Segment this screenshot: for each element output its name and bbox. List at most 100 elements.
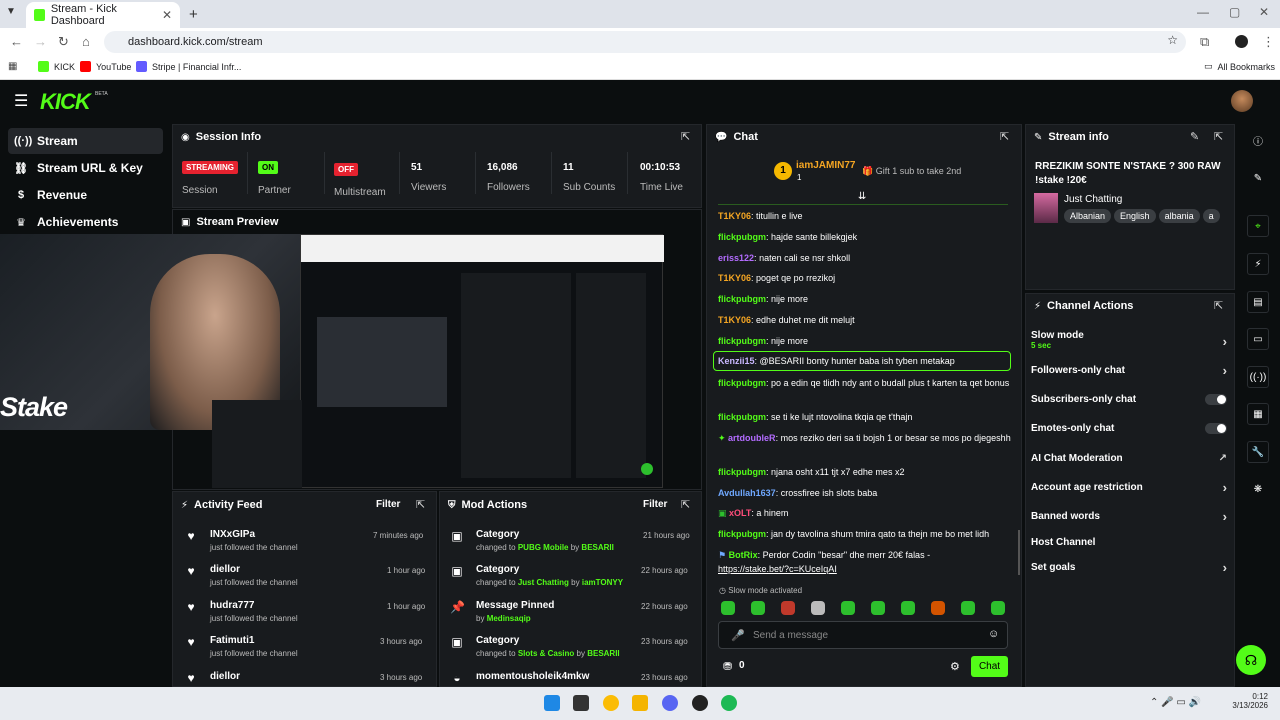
- layout-icon[interactable]: ▦: [1247, 403, 1269, 425]
- partner-income-status: ON Partner Income: [258, 159, 318, 197]
- clip-icon[interactable]: ⌖: [1247, 215, 1269, 237]
- popout-icon[interactable]: ⇱: [681, 498, 690, 511]
- chrome-icon[interactable]: [603, 695, 619, 711]
- close-window-icon[interactable]: ✕: [1259, 5, 1269, 19]
- integrations-icon[interactable]: ❋: [1247, 478, 1269, 500]
- hamburger-menu-icon[interactable]: ☰: [14, 91, 28, 111]
- sidebar-item-achievements[interactable]: ♛ Achievements: [8, 209, 163, 235]
- send-chat-button[interactable]: Chat: [971, 656, 1008, 677]
- time-live-value: 00:10:53: [640, 162, 681, 173]
- tag[interactable]: albania: [1158, 209, 1200, 223]
- account-age-row[interactable]: Account age restriction ›: [1031, 480, 1227, 495]
- bookmark-kick[interactable]: KICK: [38, 61, 75, 72]
- popout-icon[interactable]: ⇱: [1000, 130, 1009, 143]
- menu-icon[interactable]: ⋮: [1262, 34, 1275, 50]
- subscribers-only-toggle[interactable]: [1205, 394, 1227, 405]
- apps-icon[interactable]: ▦: [8, 61, 17, 72]
- points-value: 0: [739, 660, 745, 671]
- collapse-icon[interactable]: ⇊: [858, 191, 866, 202]
- chat-link[interactable]: https://stake.bet/?c=KUceIqAI: [718, 564, 837, 574]
- chat-message: ⚑ BotRix: Perdor Codin "besar" dhe merr …: [718, 550, 931, 574]
- set-goals-row[interactable]: Set goals ›: [1031, 560, 1227, 575]
- stake-overlay-text: Stake: [0, 392, 68, 422]
- spotify-icon[interactable]: [721, 695, 737, 711]
- kick-logo[interactable]: KICK: [40, 89, 91, 115]
- edit-icon[interactable]: ✎: [1247, 167, 1269, 189]
- sidebar-item-stream[interactable]: ((·)) Stream: [8, 128, 163, 154]
- home-icon[interactable]: ⌂: [82, 34, 90, 49]
- task-view-icon[interactable]: [573, 695, 589, 711]
- stream-title: RREZIKIM SONTE N'STAKE ? 300 RAW !stake …: [1035, 161, 1221, 186]
- support-headset-icon[interactable]: ☊: [1236, 645, 1266, 675]
- avatar[interactable]: [1231, 90, 1253, 112]
- broadcast-icon[interactable]: ((·)): [1247, 366, 1269, 388]
- all-bookmarks[interactable]: ▭ All Bookmarks: [1204, 61, 1275, 72]
- close-tab-icon[interactable]: ✕: [162, 8, 172, 22]
- banned-words-row[interactable]: Banned words ›: [1031, 509, 1227, 524]
- forward-icon[interactable]: →: [34, 34, 47, 49]
- activity-filter-button[interactable]: Filter: [376, 499, 400, 510]
- points-icon[interactable]: ⛃: [723, 660, 732, 673]
- sidebar-item-stream-url-key[interactable]: ⛓ Stream URL & Key: [8, 155, 163, 181]
- edit-icon[interactable]: ✎: [1190, 130, 1199, 143]
- back-icon[interactable]: ←: [10, 34, 23, 49]
- category-icon: ▣: [451, 529, 463, 543]
- popout-icon[interactable]: ⇱: [1214, 299, 1223, 312]
- address-bar-row: ← → ↻ ⌂ dashboard.kick.com/stream ☆ ⧉ ⋮: [0, 28, 1280, 56]
- chat-message: Avdullah1637: crossfiree ish slots baba: [718, 488, 878, 498]
- emotes-only-row[interactable]: Emotes-only chat: [1031, 423, 1227, 434]
- document-icon[interactable]: ▤: [1247, 291, 1269, 313]
- extensions-icon[interactable]: ⧉: [1200, 34, 1209, 50]
- tag[interactable]: English: [1114, 209, 1156, 223]
- maximize-icon[interactable]: ▢: [1229, 5, 1240, 19]
- chat-scrollbar[interactable]: [1018, 530, 1020, 575]
- tray-icons[interactable]: ⌃ 🎤 ▭ 🔊: [1150, 697, 1201, 708]
- tab-search-icon[interactable]: ▼: [6, 6, 16, 17]
- followers-only-row[interactable]: Followers-only chat ›: [1031, 363, 1227, 378]
- chat-settings-icon[interactable]: ⚙: [950, 660, 960, 673]
- subscribers-only-row[interactable]: Subscribers-only chat: [1031, 394, 1227, 405]
- windows-start-icon[interactable]: [544, 695, 560, 711]
- app-icon[interactable]: [692, 695, 708, 711]
- minimize-icon[interactable]: —: [1197, 5, 1209, 19]
- ai-moderation-row[interactable]: AI Chat Moderation ↗: [1031, 453, 1227, 464]
- emoji-icon[interactable]: ☺: [988, 628, 999, 640]
- emotes-only-toggle[interactable]: [1205, 423, 1227, 434]
- preview-video[interactable]: [300, 234, 664, 488]
- info-icon[interactable]: ⓘ: [1247, 129, 1269, 151]
- clock[interactable]: 0:12 3/13/2026: [1222, 692, 1268, 710]
- reload-icon[interactable]: ↻: [58, 34, 69, 50]
- tag[interactable]: a: [1202, 209, 1220, 223]
- preview-icon: ▣: [181, 216, 191, 228]
- gift-sub-prompt[interactable]: 🎁 Gift 1 sub to take 2nd: [862, 166, 961, 177]
- bookmark-star-icon[interactable]: ☆: [1167, 33, 1178, 47]
- chat-bubble-icon[interactable]: ▭: [1247, 328, 1269, 350]
- tag[interactable]: Albanian: [1064, 209, 1112, 223]
- browser-tab[interactable]: Stream - Kick Dashboard ✕: [26, 2, 180, 28]
- popout-icon[interactable]: ⇱: [416, 498, 425, 511]
- heart-icon: ♥: [187, 635, 195, 649]
- discord-icon[interactable]: [662, 695, 678, 711]
- new-tab-icon[interactable]: +: [189, 6, 198, 23]
- file-explorer-icon[interactable]: [632, 695, 648, 711]
- chat-message: flickpubgm: njana osht x11 tjt x7 edhe m…: [718, 467, 905, 477]
- browser-tab-bar: ▼ Stream - Kick Dashboard ✕ + — ▢ ✕: [0, 0, 1280, 28]
- category-thumbnail[interactable]: [1034, 193, 1058, 223]
- bolt-icon[interactable]: ⚡: [1247, 253, 1269, 275]
- stream-preview-header: ▣ Stream Preview: [181, 216, 279, 228]
- popout-icon[interactable]: ⇱: [681, 130, 690, 143]
- host-channel-row[interactable]: Host Channel: [1031, 537, 1227, 548]
- chat-input[interactable]: 🎤 Send a message ☺: [718, 621, 1008, 649]
- slow-mode-row[interactable]: Slow mode 5 sec ›: [1031, 330, 1227, 350]
- category-name[interactable]: Just Chatting: [1064, 194, 1122, 205]
- heart-icon: ♥: [187, 564, 195, 578]
- microphone-icon[interactable]: 🎤: [731, 629, 745, 642]
- bookmark-stripe[interactable]: Stripe | Financial Infr...: [136, 61, 241, 72]
- popout-icon[interactable]: ⇱: [1214, 130, 1223, 143]
- sidebar-item-revenue[interactable]: $ Revenue: [8, 182, 163, 208]
- profile-icon[interactable]: [1235, 35, 1248, 48]
- bookmark-youtube[interactable]: YouTube: [80, 61, 131, 72]
- url-input[interactable]: dashboard.kick.com/stream ☆: [104, 31, 1186, 53]
- mod-filter-button[interactable]: Filter: [643, 499, 667, 510]
- wrench-icon[interactable]: 🔧: [1247, 441, 1269, 463]
